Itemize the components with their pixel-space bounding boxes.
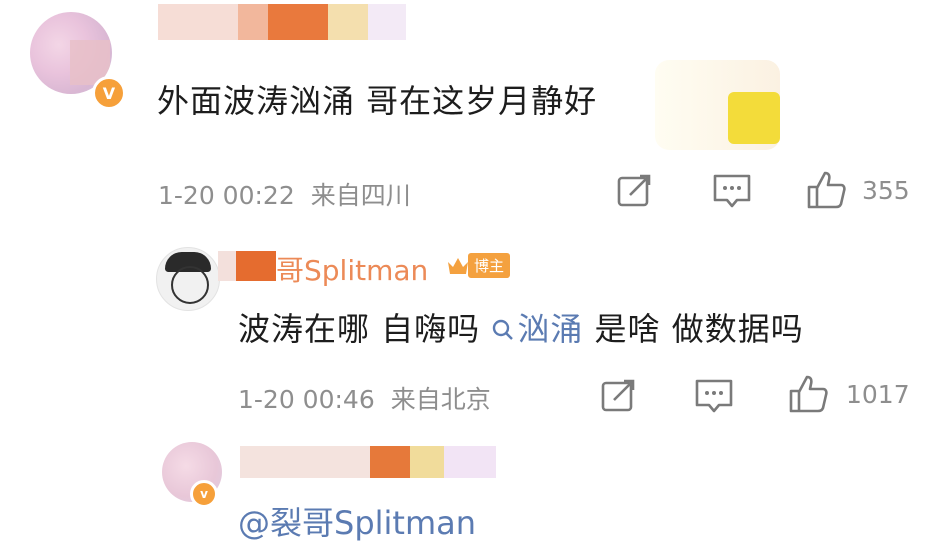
comment-meta: 1-20 00:46 来自北京 <box>238 380 491 416</box>
thumbs-up-icon[interactable] <box>806 170 848 210</box>
timestamp: 1-20 00:22 <box>158 181 295 210</box>
author-name[interactable]: 哥Splitman <box>276 249 428 289</box>
comment-icon[interactable] <box>694 378 734 416</box>
verified-badge: v <box>190 480 218 508</box>
location: 来自北京 <box>390 385 491 414</box>
location: 来自四川 <box>310 181 411 210</box>
reply-text-part: 波涛在哪 自嗨吗 <box>238 310 492 348</box>
verified-badge: V <box>92 76 126 110</box>
avatar[interactable] <box>156 247 220 311</box>
username-redacted[interactable] <box>158 4 406 40</box>
username-redacted[interactable] <box>218 251 276 281</box>
comment-icon[interactable] <box>712 173 752 211</box>
comment-meta: 1-20 00:22 来自四川 <box>158 176 411 212</box>
mention-link[interactable]: @裂哥Splitman <box>238 498 476 544</box>
share-icon[interactable] <box>616 173 654 209</box>
reply-text-part: 是啥 做数据吗 <box>583 310 804 348</box>
topic-label: 汹涌 <box>517 310 584 348</box>
spongebob-sticker <box>728 92 780 144</box>
username-redacted[interactable] <box>240 446 496 478</box>
blogger-badge: 博主 <box>446 253 511 278</box>
crown-icon <box>448 257 468 274</box>
reply-text: 波涛在哪 自嗨吗 汹涌 是啥 做数据吗 <box>238 304 804 350</box>
badge-label: 博主 <box>468 253 511 278</box>
thumbs-up-icon[interactable] <box>788 374 830 414</box>
search-icon <box>493 319 514 340</box>
like-count: 355 <box>862 176 910 205</box>
share-icon[interactable] <box>600 378 638 414</box>
like-count: 1017 <box>846 380 910 409</box>
topic-link[interactable]: 汹涌 <box>491 310 583 348</box>
timestamp: 1-20 00:46 <box>238 385 375 414</box>
comment-text: 外面波涛汹涌 哥在这岁月静好 <box>157 82 598 120</box>
